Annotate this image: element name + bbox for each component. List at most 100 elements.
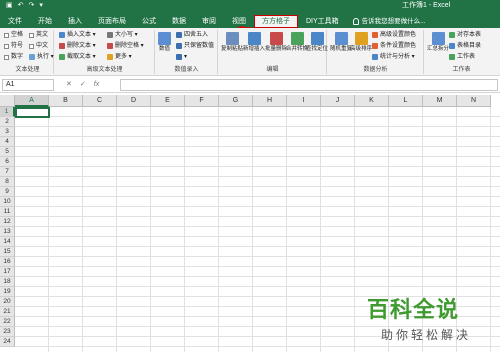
lightbulb-icon: [352, 18, 359, 25]
tab-page-layout[interactable]: 页面布局: [90, 15, 134, 28]
row-header-14[interactable]: 14: [0, 237, 15, 247]
copy-paste-button[interactable]: 复制粘贴: [221, 32, 243, 53]
advanced-sort-button[interactable]: 高级排序: [350, 32, 372, 53]
row-header-1[interactable]: 1: [0, 107, 15, 117]
name-box[interactable]: A1: [2, 79, 54, 91]
statistics-button[interactable]: 统计与分析 ▾: [372, 53, 415, 61]
checkbox-number[interactable]: [4, 54, 9, 60]
conditional-color-button[interactable]: 条件设置颜色: [372, 42, 416, 50]
row-header-2[interactable]: 2: [0, 117, 15, 127]
tab-insert[interactable]: 插入: [60, 15, 90, 28]
insert-text-button[interactable]: 插入文本 ▾: [59, 31, 96, 39]
tab-review[interactable]: 审阅: [194, 15, 224, 28]
row-header-3[interactable]: 3: [0, 127, 15, 137]
execute-button[interactable]: 执行 ▾: [29, 53, 54, 61]
row-header-24[interactable]: 24: [0, 337, 15, 347]
tell-me-box[interactable]: 告诉我您想要做什么...: [352, 15, 426, 28]
column-header-d[interactable]: D: [117, 95, 151, 107]
column-header-c[interactable]: C: [83, 95, 117, 107]
row-header-7[interactable]: 7: [0, 167, 15, 177]
checkbox-chinese[interactable]: [29, 43, 34, 49]
row-header-4[interactable]: 4: [0, 137, 15, 147]
column-header-f[interactable]: F: [185, 95, 219, 107]
row-header-12[interactable]: 12: [0, 217, 15, 227]
keep-values-button[interactable]: 只保留数值: [176, 42, 214, 50]
numeric-more-icon: [176, 54, 182, 60]
row-header-8[interactable]: 8: [0, 177, 15, 187]
row-header-18[interactable]: 18: [0, 277, 15, 287]
column-header-j[interactable]: J: [321, 95, 355, 107]
redo-icon[interactable]: ↷: [29, 1, 35, 11]
batch-delete-button[interactable]: 批量删除: [265, 32, 287, 53]
customize-qat-icon[interactable]: ▾: [39, 1, 43, 11]
more-button[interactable]: 更多 ▾: [107, 53, 132, 61]
numeric-more-button[interactable]: ▾: [176, 53, 187, 61]
batch-delete-label: 批量删除: [265, 46, 288, 52]
column-header-h[interactable]: H: [253, 95, 287, 107]
undo-icon[interactable]: ↶: [18, 1, 24, 11]
worksheet-button[interactable]: 工作表: [449, 53, 475, 61]
row-header-10[interactable]: 10: [0, 197, 15, 207]
insert-function-icon[interactable]: fx: [94, 79, 99, 91]
remove-spaces-button[interactable]: 删除空格 ▾: [107, 42, 144, 50]
row-header-17[interactable]: 17: [0, 267, 15, 277]
extract-text-button[interactable]: 截取文本 ▾: [59, 53, 96, 61]
row-header-11[interactable]: 11: [0, 207, 15, 217]
checkbox-symbol[interactable]: [4, 43, 9, 49]
row-header-16[interactable]: 16: [0, 257, 15, 267]
select-all-corner[interactable]: [0, 95, 15, 107]
formula-tools: ✕ ✓ fx: [66, 79, 99, 91]
checkbox-english[interactable]: [29, 32, 34, 38]
new-insert-button[interactable]: 新增插入: [243, 32, 265, 53]
column-header-a[interactable]: A: [15, 95, 49, 107]
tab-formulas[interactable]: 公式: [134, 15, 164, 28]
checkbox-space[interactable]: [4, 32, 9, 38]
save-sheet-label: 对存本表: [457, 32, 482, 38]
row-header-15[interactable]: 15: [0, 247, 15, 257]
column-header-b[interactable]: B: [49, 95, 83, 107]
column-header-i[interactable]: I: [287, 95, 321, 107]
summary-split-button[interactable]: 汇总拆分: [427, 32, 449, 53]
delete-text-button[interactable]: 删除文本 ▾: [59, 42, 96, 50]
row-header-19[interactable]: 19: [0, 287, 15, 297]
formula-input[interactable]: [120, 79, 498, 91]
row-header-21[interactable]: 21: [0, 307, 15, 317]
tab-diy-toolbox[interactable]: DIY工具箱: [298, 15, 347, 28]
sheet-directory-button[interactable]: 表格目录: [449, 42, 481, 50]
row-header-9[interactable]: 9: [0, 187, 15, 197]
find-locate-button[interactable]: 查找定位: [306, 32, 328, 53]
round-label: 四舍五入: [184, 32, 209, 38]
tab-data[interactable]: 数据: [164, 15, 194, 28]
advanced-sort-label: 高级排序: [350, 46, 373, 52]
row-header-5[interactable]: 5: [0, 147, 15, 157]
sheet-directory-label: 表格目录: [457, 43, 482, 49]
row-header-22[interactable]: 22: [0, 317, 15, 327]
find-locate-label: 查找定位: [306, 46, 329, 52]
column-header-m[interactable]: M: [423, 95, 457, 107]
random-repeat-button[interactable]: 随机重复: [330, 32, 352, 53]
case-button[interactable]: 大小写 ▾: [107, 31, 138, 39]
tab-home[interactable]: 开始: [30, 15, 60, 28]
column-header-k[interactable]: K: [355, 95, 389, 107]
column-header-e[interactable]: E: [151, 95, 185, 107]
more-icon: [107, 54, 113, 60]
save-sheet-button[interactable]: 对存本表: [449, 31, 481, 39]
round-button[interactable]: 四舍五入: [176, 31, 208, 39]
column-header-g[interactable]: G: [219, 95, 253, 107]
column-header-n[interactable]: N: [457, 95, 491, 107]
batch-delete-icon: [269, 32, 283, 45]
active-cell-a1[interactable]: [15, 107, 50, 118]
save-icon[interactable]: ▣: [6, 1, 13, 11]
cancel-icon[interactable]: ✕: [66, 79, 72, 91]
row-header-13[interactable]: 13: [0, 227, 15, 237]
copy-paste-label: 复制粘贴: [221, 46, 244, 52]
row-header-20[interactable]: 20: [0, 297, 15, 307]
row-header-6[interactable]: 6: [0, 157, 15, 167]
tab-file[interactable]: 文件: [0, 15, 30, 28]
numeric-button[interactable]: 数值: [158, 32, 171, 53]
column-header-l[interactable]: L: [389, 95, 423, 107]
merge-convert-button[interactable]: 合并转换: [286, 32, 308, 53]
row-header-23[interactable]: 23: [0, 327, 15, 337]
enter-icon[interactable]: ✓: [80, 79, 86, 91]
advanced-color-button[interactable]: 高级设置颜色: [372, 31, 416, 39]
